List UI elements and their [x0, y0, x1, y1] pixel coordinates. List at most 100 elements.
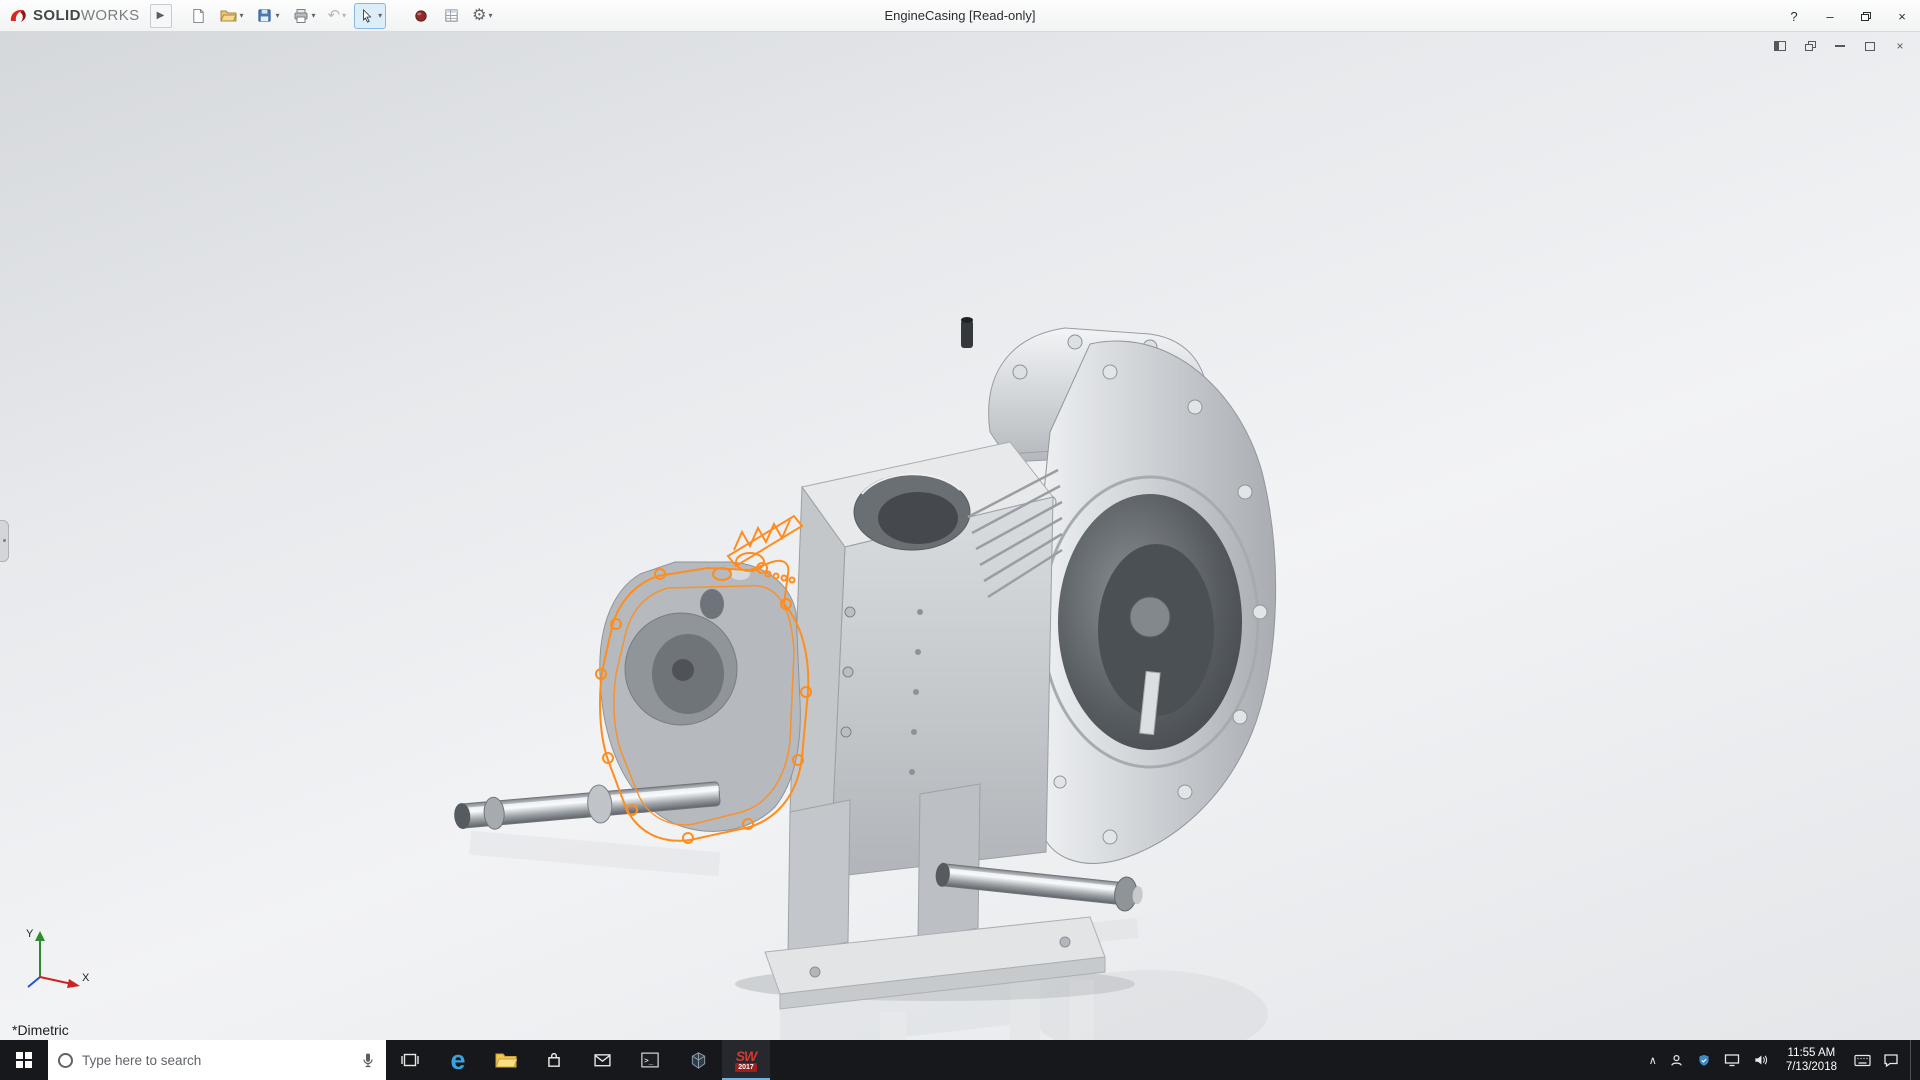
doc-minimize-icon	[1835, 45, 1845, 47]
help-icon: ?	[1790, 9, 1797, 24]
doc-maximize-icon	[1865, 42, 1875, 51]
appearance-sphere-icon	[412, 7, 430, 25]
file-explorer-button[interactable]	[482, 1040, 530, 1080]
clutch-housing[interactable]	[1036, 341, 1276, 863]
close-icon: ×	[1898, 9, 1906, 24]
doc-close-button[interactable]: ×	[1892, 38, 1908, 54]
window-controls: ? – ×	[1776, 0, 1920, 32]
ds-logo-icon	[8, 7, 28, 25]
sw-version-text: 2017	[735, 1063, 757, 1072]
system-tray: ∧	[1649, 1040, 1920, 1080]
dock-icon	[1774, 41, 1786, 51]
doc-restore-button[interactable]	[1802, 38, 1818, 54]
shield-icon	[1697, 1053, 1711, 1068]
undo-dropdown-caret[interactable]: ▾	[342, 11, 346, 20]
help-button[interactable]: ?	[1776, 0, 1812, 32]
table-icon	[442, 7, 460, 25]
3d-app-button[interactable]	[674, 1040, 722, 1080]
save-floppy-icon	[256, 7, 274, 25]
network-icon	[1724, 1053, 1740, 1067]
doc-minimize-button[interactable]	[1832, 38, 1848, 54]
print-dropdown-caret[interactable]: ▾	[312, 11, 316, 20]
tray-security-button[interactable]	[1696, 1052, 1713, 1069]
x-axis-arrow	[67, 979, 80, 988]
tray-expand-chevron[interactable]: ∧	[1649, 1054, 1657, 1067]
brand-text: SOLIDWORKS	[33, 7, 140, 25]
document-window-controls: ×	[1772, 38, 1908, 54]
tray-volume-button[interactable]	[1752, 1052, 1769, 1069]
engine-casing-model[interactable]	[450, 312, 1290, 1040]
sw-logo-text: SW	[736, 1049, 757, 1063]
options-dropdown-caret[interactable]: ▾	[489, 11, 493, 20]
select-tool-button[interactable]: ▾	[354, 3, 386, 29]
start-button[interactable]	[0, 1040, 48, 1080]
show-desktop-button[interactable]	[1910, 1040, 1916, 1080]
keyboard-icon	[1854, 1054, 1871, 1067]
save-button[interactable]: ▾	[252, 3, 284, 29]
quick-access-toolbar: ▾ ▾ ▾ ↶ ▾ ▾	[186, 3, 497, 29]
action-center-icon	[1883, 1053, 1899, 1068]
clock-time: 11:55 AM	[1786, 1046, 1837, 1060]
taskbar-clock[interactable]: 11:55 AM 7/13/2018	[1780, 1046, 1843, 1074]
action-center-button[interactable]	[1882, 1052, 1899, 1069]
mail-envelope-icon	[593, 1052, 612, 1068]
graphics-viewport[interactable]: ×	[0, 32, 1920, 1040]
speaker-icon	[1753, 1053, 1768, 1067]
design-table-button[interactable]	[438, 3, 464, 29]
taskbar-search-box[interactable]	[48, 1040, 386, 1080]
black-pin	[961, 320, 973, 348]
brand-solid: SOLID	[33, 7, 81, 24]
print-button[interactable]: ▾	[288, 3, 320, 29]
file-explorer-icon	[495, 1051, 517, 1069]
select-cursor-icon	[358, 7, 376, 25]
open-dropdown-caret[interactable]: ▾	[240, 11, 244, 20]
touch-keyboard-button[interactable]	[1854, 1052, 1871, 1069]
options-button[interactable]: ⚙ ▾	[468, 3, 496, 29]
dock-window-button[interactable]	[1772, 38, 1788, 54]
command-prompt-icon: >_	[640, 1051, 660, 1069]
tray-network-button[interactable]	[1724, 1052, 1741, 1069]
toolbar-flyout-button[interactable]: ▶	[150, 4, 172, 28]
task-view-button[interactable]	[386, 1040, 434, 1080]
solidworks-logo: SOLIDWORKS	[0, 7, 150, 25]
close-button[interactable]: ×	[1884, 0, 1920, 32]
solidworks-app-button[interactable]: SW 2017	[722, 1040, 770, 1080]
search-input[interactable]	[82, 1053, 351, 1068]
left-panel-collapse-handle[interactable]	[0, 520, 9, 562]
store-bag-icon	[545, 1051, 563, 1069]
store-app-button[interactable]	[530, 1040, 578, 1080]
new-document-button[interactable]	[186, 3, 212, 29]
x-axis-label: X	[82, 972, 90, 984]
mail-app-button[interactable]	[578, 1040, 626, 1080]
undo-button[interactable]: ↶ ▾	[324, 3, 351, 29]
open-button[interactable]: ▾	[216, 3, 248, 29]
new-document-icon	[190, 7, 208, 25]
brand-works: WORKS	[81, 7, 140, 24]
minimize-button[interactable]: –	[1812, 0, 1848, 32]
save-dropdown-caret[interactable]: ▾	[276, 11, 280, 20]
app-titlebar: SOLIDWORKS ▶ ▾ ▾	[0, 0, 1920, 32]
minimize-icon: –	[1826, 9, 1833, 24]
document-title: EngineCasing [Read-only]	[884, 0, 1035, 32]
microphone-icon[interactable]	[360, 1052, 376, 1068]
clock-date: 7/13/2018	[1786, 1060, 1837, 1074]
edge-app-button[interactable]: e	[434, 1040, 482, 1080]
windows-logo-icon	[16, 1052, 32, 1068]
cortana-icon	[58, 1053, 73, 1068]
restore-button[interactable]	[1848, 0, 1884, 32]
gear-icon: ⚙	[472, 8, 486, 24]
command-prompt-button[interactable]: >_	[626, 1040, 674, 1080]
tray-user-button[interactable]	[1668, 1052, 1685, 1069]
person-icon	[1669, 1053, 1684, 1068]
cube-app-icon	[689, 1051, 708, 1070]
doc-maximize-button[interactable]	[1862, 38, 1878, 54]
appearances-button[interactable]	[408, 3, 434, 29]
task-view-icon	[400, 1051, 420, 1069]
restore-icon	[1861, 12, 1871, 21]
y-axis-arrow	[35, 931, 45, 941]
select-dropdown-caret[interactable]: ▾	[378, 11, 382, 20]
orientation-triad: Y X	[18, 921, 98, 998]
y-axis-label: Y	[26, 928, 34, 940]
solidworks-app-icon: SW 2017	[731, 1045, 761, 1075]
open-folder-icon	[220, 7, 238, 25]
